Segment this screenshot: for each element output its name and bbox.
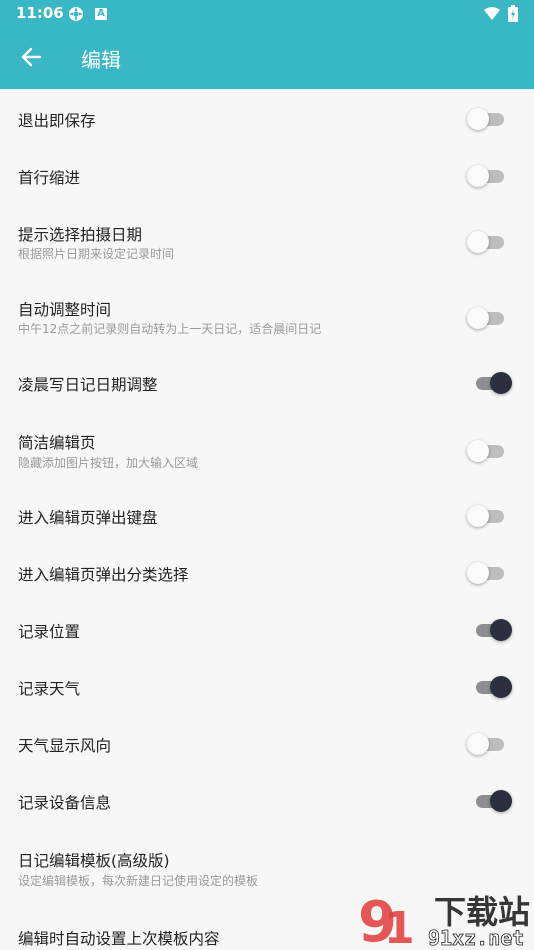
arrow-back-icon[interactable]: [20, 46, 42, 68]
setting-row-indent[interactable]: 首行缩进: [0, 146, 534, 203]
setting-label: 记录设备信息: [18, 794, 112, 812]
setting-label: 首行缩进: [18, 169, 81, 187]
page-title: 编辑: [81, 48, 121, 72]
svg-text:1: 1: [384, 903, 415, 950]
status-bar: 11:06 A: [0, 0, 534, 28]
setting-row-device-info[interactable]: 记录设备信息: [0, 771, 534, 828]
setting-row-show-keyboard[interactable]: 进入编辑页弹出键盘: [0, 486, 534, 543]
setting-label: 日记编辑模板(高级版): [18, 852, 170, 870]
watermark-text-url: 91xz.net: [428, 926, 524, 950]
setting-row-show-category[interactable]: 进入编辑页弹出分类选择: [0, 543, 534, 600]
toggle-switch[interactable]: [467, 504, 506, 528]
setting-row-auto-time[interactable]: 自动调整时间 中午12点之前记录则自动转为上一天日记，适合晨间日记: [0, 278, 534, 353]
setting-label: 提示选择拍摄日期: [18, 226, 143, 244]
setting-row-weather[interactable]: 记录天气: [0, 657, 534, 714]
setting-label: 简洁编辑页: [18, 434, 96, 452]
setting-subtitle: 根据照片日期来设定记录时间: [18, 247, 175, 261]
toggle-switch[interactable]: [470, 789, 512, 813]
toggle-switch[interactable]: [467, 107, 506, 131]
a-notification-icon: A: [95, 8, 107, 20]
setting-row-location[interactable]: 记录位置: [0, 600, 534, 657]
status-time: 11:06: [16, 4, 64, 22]
setting-label: 自动调整时间: [18, 301, 112, 319]
setting-label: 编辑时自动设置上次模板内容: [18, 930, 220, 948]
setting-label: 凌晨写日记日期调整: [18, 376, 158, 394]
setting-row-photo-date[interactable]: 提示选择拍摄日期 根据照片日期来设定记录时间: [0, 203, 534, 278]
wifi-icon: [484, 7, 500, 20]
toggle-switch[interactable]: [467, 164, 506, 188]
setting-label: 记录天气: [18, 680, 81, 698]
watermark-logo: 9 1 下载站 91xz.net: [358, 890, 530, 950]
toggle-switch[interactable]: [467, 439, 506, 463]
app-bar: 编辑: [0, 28, 534, 89]
setting-label: 进入编辑页弹出分类选择: [18, 566, 189, 584]
setting-row-late-night-date[interactable]: 凌晨写日记日期调整: [0, 353, 534, 411]
setting-label: 退出即保存: [18, 112, 96, 130]
toggle-switch[interactable]: [467, 561, 506, 585]
toggle-switch[interactable]: [470, 371, 512, 395]
toggle-switch[interactable]: [467, 732, 506, 756]
setting-label: 天气显示风向: [18, 737, 112, 755]
battery-icon: [508, 5, 518, 22]
toggle-switch[interactable]: [470, 675, 512, 699]
toggle-switch[interactable]: [467, 306, 506, 330]
setting-row-exit-save[interactable]: 退出即保存: [0, 89, 534, 146]
setting-subtitle: 中午12点之前记录则自动转为上一天日记，适合晨间日记: [18, 322, 322, 336]
toggle-switch[interactable]: [467, 230, 506, 254]
setting-row-simple-editor[interactable]: 简洁编辑页 隐藏添加图片按钮，加大输入区域: [0, 411, 534, 486]
setting-row-wind-direction[interactable]: 天气显示风向: [0, 714, 534, 771]
setting-label: 进入编辑页弹出键盘: [18, 509, 158, 527]
setting-subtitle: 设定编辑模板，每次新建日记使用设定的模板: [18, 874, 259, 888]
settings-gear-icon: [69, 7, 83, 21]
setting-subtitle: 隐藏添加图片按钮，加大输入区域: [18, 456, 199, 470]
setting-label: 记录位置: [18, 623, 81, 641]
toggle-switch[interactable]: [470, 618, 512, 642]
